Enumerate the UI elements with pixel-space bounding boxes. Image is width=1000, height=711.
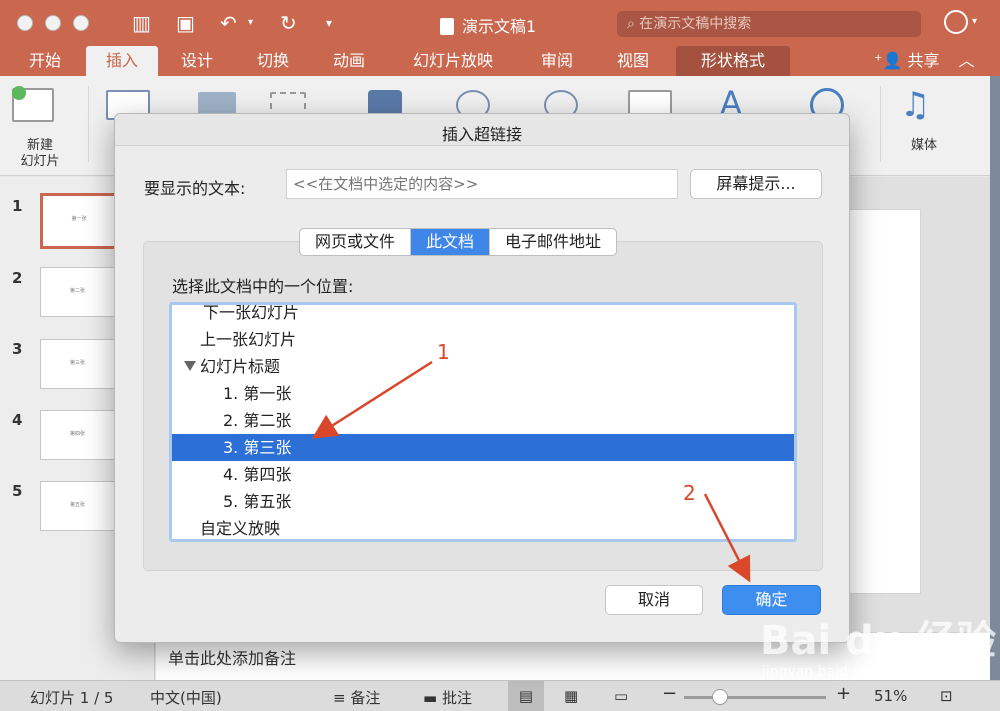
ribbon-divider bbox=[88, 86, 89, 162]
zoom-out-icon[interactable]: − bbox=[662, 683, 677, 704]
tab-animations[interactable]: 动画 bbox=[318, 46, 380, 76]
slide-thumbnail[interactable]: 第五张 bbox=[40, 481, 115, 531]
zoom-slider-handle[interactable] bbox=[712, 689, 728, 705]
normal-view-icon[interactable]: ▤ bbox=[508, 681, 544, 711]
tab-this-document[interactable]: 此文档 bbox=[411, 229, 491, 255]
insert-hyperlink-dialog: 插入超链接 要显示的文本: 屏幕提示... 网页或文件 此文档 电子邮件地址 选… bbox=[114, 113, 850, 643]
tab-shape-format[interactable]: 形状格式 bbox=[676, 46, 790, 76]
slide-number: 2 bbox=[12, 269, 23, 287]
comment-icon: ▬ bbox=[423, 689, 442, 707]
display-text-field[interactable] bbox=[286, 169, 678, 199]
slide-thumbnail[interactable]: 第三张 bbox=[40, 339, 115, 389]
language-indicator[interactable]: 中文(中国) bbox=[150, 687, 222, 708]
list-item[interactable]: 4. 第四张 bbox=[172, 461, 794, 488]
document-icon bbox=[440, 18, 454, 35]
tab-review[interactable]: 审阅 bbox=[526, 46, 588, 76]
choose-location-label: 选择此文档中的一个位置: bbox=[172, 277, 354, 296]
notes-placeholder: 单击此处添加备注 bbox=[168, 649, 297, 668]
list-item-selected[interactable]: 3. 第三张 bbox=[172, 434, 794, 461]
link-type-segmented-control: 网页或文件 此文档 电子邮件地址 bbox=[299, 228, 618, 256]
annotation-marker-1: 1 bbox=[437, 340, 450, 364]
location-list[interactable]: 下一张幻灯片 上一张幻灯片 幻灯片标题 1. 第一张 2. 第二张 3. 第三张… bbox=[169, 302, 797, 542]
search-input[interactable]: ⌕ 在演示文稿中搜索 bbox=[617, 11, 921, 37]
sidebar-toggle-icon[interactable]: ▥ bbox=[132, 10, 151, 36]
tab-slideshow[interactable]: 幻灯片放映 bbox=[398, 46, 508, 76]
ribbon-divider bbox=[880, 86, 881, 162]
screen-tip-button[interactable]: 屏幕提示... bbox=[690, 169, 822, 199]
list-item[interactable]: 自定义放映 bbox=[172, 515, 794, 539]
baidu-watermark-logo: Bai du 经验 bbox=[760, 618, 997, 664]
slide-thumbnail[interactable]: 第二张 bbox=[40, 267, 115, 317]
slide-number: 1 bbox=[12, 197, 23, 215]
save-icon[interactable]: ▣ bbox=[176, 10, 195, 36]
slide-number: 3 bbox=[12, 340, 23, 358]
search-icon: ⌕ bbox=[627, 16, 635, 32]
undo-icon[interactable]: ↶ bbox=[220, 10, 237, 36]
annotation-marker-2: 2 bbox=[683, 481, 696, 505]
close-window-button[interactable] bbox=[17, 15, 33, 31]
title-bar: ▥ ▣ ↶ ▾ ↻ ▾ 演示文稿1 ⌕ 在演示文稿中搜索 ▾ bbox=[0, 0, 1000, 46]
media-label: 媒体 bbox=[910, 138, 937, 153]
dialog-title: 插入超链接 bbox=[441, 125, 522, 144]
list-item[interactable]: 5. 第五张 bbox=[172, 488, 794, 515]
tab-design[interactable]: 设计 bbox=[166, 46, 228, 76]
cancel-button[interactable]: 取消 bbox=[605, 585, 703, 615]
fit-to-window-icon[interactable]: ⊡ bbox=[940, 687, 953, 705]
tab-insert[interactable]: 插入 bbox=[86, 46, 158, 76]
comments-toggle[interactable]: ▬ 批注 bbox=[423, 687, 472, 708]
notes-icon: ≡ bbox=[333, 689, 351, 707]
list-item[interactable]: 1. 第一张 bbox=[172, 380, 794, 407]
slide-number: 5 bbox=[12, 482, 23, 500]
add-icon bbox=[12, 86, 26, 100]
document-title: 演示文稿1 bbox=[440, 13, 536, 37]
media-music-icon[interactable]: ♫ bbox=[900, 86, 936, 124]
zoom-slider[interactable] bbox=[684, 696, 826, 699]
display-text-label: 要显示的文本: bbox=[144, 179, 246, 198]
slide-number: 4 bbox=[12, 411, 23, 429]
status-bar: 幻灯片 1 / 5 中文(中国) ≡ 备注 ▬ 批注 ▤ ▦ ▭ − + 51%… bbox=[0, 680, 1000, 711]
slide-canvas[interactable] bbox=[846, 209, 921, 594]
tab-email-address[interactable]: 电子邮件地址 bbox=[490, 229, 616, 255]
slide-sorter-view-icon[interactable]: ▦ bbox=[564, 687, 578, 705]
collapse-ribbon-icon[interactable]: ︿ bbox=[959, 51, 975, 70]
zoom-window-button[interactable] bbox=[73, 15, 89, 31]
slide-indicator: 幻灯片 1 / 5 bbox=[30, 689, 114, 707]
tab-web-page-or-file[interactable]: 网页或文件 bbox=[300, 229, 412, 255]
zoom-level: 51% bbox=[874, 687, 908, 705]
list-item[interactable]: 下一张幻灯片 bbox=[172, 305, 794, 326]
dialog-titlebar: 插入超链接 bbox=[115, 114, 849, 146]
slide-thumbnail[interactable]: 第一张 bbox=[40, 193, 118, 249]
feedback-smiley-icon[interactable] bbox=[944, 10, 968, 34]
watermark-url: jingyan.baidu.com bbox=[762, 664, 892, 680]
share-button[interactable]: ⁺👤 共享 ︿ bbox=[874, 46, 975, 76]
tab-view[interactable]: 视图 bbox=[602, 46, 664, 76]
minimize-window-button[interactable] bbox=[45, 15, 61, 31]
disclosure-triangle-icon[interactable] bbox=[184, 361, 196, 371]
tab-home[interactable]: 开始 bbox=[14, 46, 76, 76]
new-slide-label: 新建 幻灯片 bbox=[20, 138, 60, 169]
feedback-dropdown-icon[interactable]: ▾ bbox=[972, 16, 977, 27]
tab-transitions[interactable]: 切换 bbox=[242, 46, 304, 76]
notes-toggle[interactable]: ≡ 备注 bbox=[333, 687, 380, 708]
presenter-view-icon[interactable]: ▭ bbox=[614, 687, 628, 705]
add-person-icon: ⁺👤 bbox=[874, 51, 903, 70]
list-item[interactable]: 幻灯片标题 bbox=[172, 353, 794, 380]
list-item[interactable]: 2. 第二张 bbox=[172, 407, 794, 434]
slide-thumbnail[interactable]: 第四张 bbox=[40, 410, 115, 460]
redo-icon[interactable]: ↻ bbox=[280, 10, 297, 36]
zoom-in-icon[interactable]: + bbox=[836, 683, 851, 704]
customize-toolbar-icon[interactable]: ▾ bbox=[326, 10, 332, 36]
list-item[interactable]: 上一张幻灯片 bbox=[172, 326, 794, 353]
ribbon-tab-bar: 开始 插入 设计 切换 动画 幻灯片放映 审阅 视图 形状格式 ⁺👤 共享 ︿ bbox=[0, 46, 1000, 76]
undo-dropdown-icon[interactable]: ▾ bbox=[248, 10, 253, 36]
